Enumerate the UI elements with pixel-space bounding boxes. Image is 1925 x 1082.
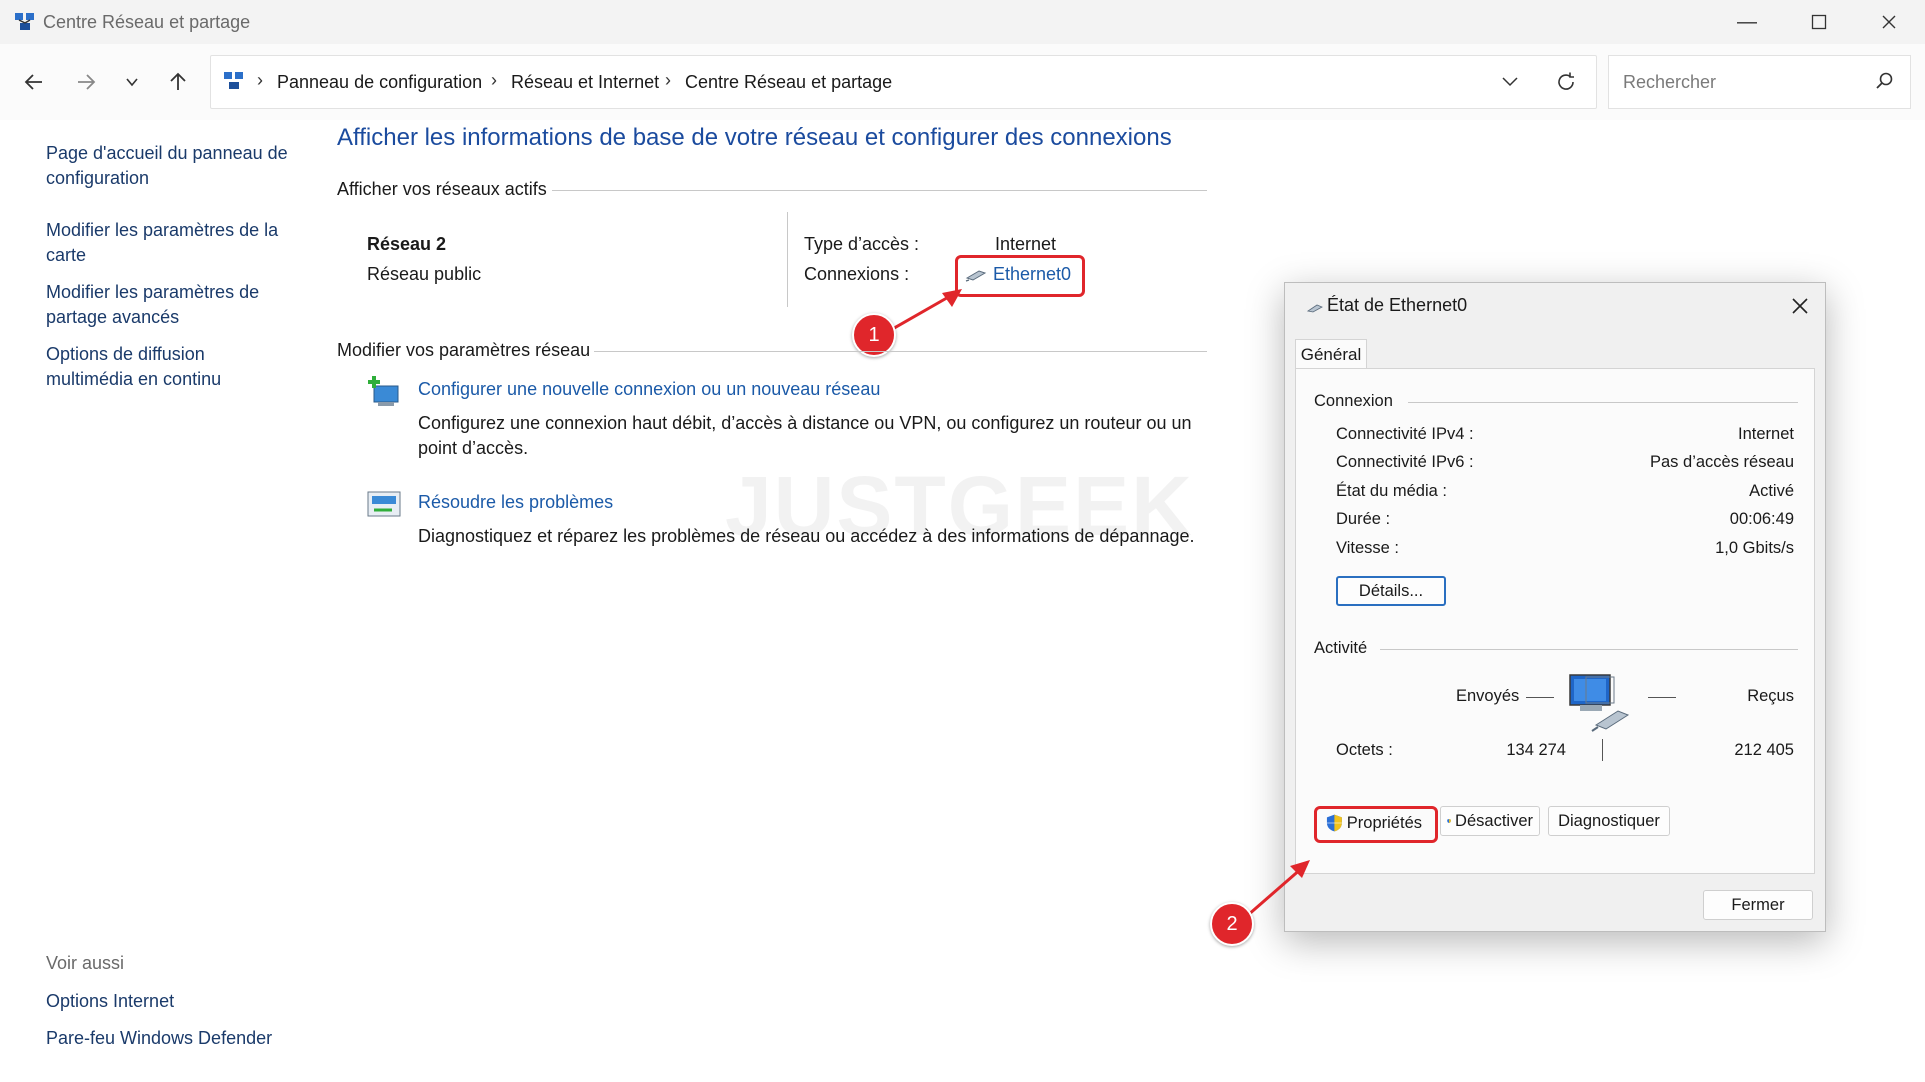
activity-section-label: Activité: [1314, 639, 1368, 657]
network-activity-icon: [1569, 674, 1630, 732]
search-input[interactable]: [1621, 68, 1865, 96]
minimize-icon: —: [1737, 10, 1757, 33]
new-connection-icon: [368, 376, 399, 406]
disable-button[interactable]: Désactiver: [1440, 806, 1540, 836]
ethernet-icon: [965, 269, 987, 282]
access-type-value: Internet: [995, 234, 1057, 254]
chevron-right-icon: ›: [257, 70, 263, 90]
breadcrumb-network-internet[interactable]: Réseau et Internet: [511, 72, 659, 93]
speed-value: 1,0 Gbits/s: [1715, 539, 1794, 557]
refresh-icon[interactable]: [1555, 71, 1577, 93]
network-name: Réseau 2: [367, 234, 447, 254]
connection-section-label: Connexion: [1314, 392, 1393, 410]
chevron-down-icon[interactable]: [1501, 74, 1519, 90]
recent-locations-button[interactable]: [114, 64, 150, 100]
media-state-label: État du média :: [1336, 482, 1447, 500]
up-button[interactable]: [160, 64, 196, 100]
bytes-sent-value: 134 274: [1506, 741, 1566, 759]
chevron-down-icon: [126, 78, 138, 87]
bytes-label: Octets :: [1336, 741, 1393, 759]
media-state-value: Activé: [1749, 482, 1794, 500]
divider: [1602, 739, 1603, 761]
navigation-bar: › Panneau de configuration › Réseau et I…: [0, 44, 1925, 120]
sidebar-link-firewall[interactable]: Pare-feu Windows Defender: [46, 1026, 296, 1051]
forward-button[interactable]: [68, 64, 104, 100]
chevron-right-icon: ›: [491, 70, 497, 90]
divider: [787, 212, 788, 307]
divider: [1380, 649, 1798, 650]
diagnose-button[interactable]: Diagnostiquer: [1548, 806, 1670, 836]
close-icon: [1882, 15, 1896, 29]
ipv6-value: Pas d’accès réseau: [1650, 453, 1794, 471]
arrow-right-icon: [78, 74, 96, 90]
ipv4-label: Connectivité IPv4 :: [1336, 425, 1474, 443]
properties-button-label: Propriétés: [1346, 813, 1422, 832]
ethernet-connection-label: Ethernet0: [993, 264, 1072, 284]
page-title: Afficher les informations de base de vot…: [337, 124, 1172, 151]
received-label: Reçus: [1747, 687, 1794, 705]
tab-general[interactable]: Général: [1295, 339, 1367, 370]
ethernet-icon: [1307, 304, 1323, 313]
uac-shield-icon: [1447, 818, 1451, 824]
window-title: Centre Réseau et partage: [43, 12, 251, 32]
breadcrumb-network-center[interactable]: Centre Réseau et partage: [685, 72, 892, 93]
ethernet-connection-link[interactable]: Ethernet0: [965, 264, 1071, 285]
duration-label: Durée :: [1336, 510, 1391, 528]
address-bar[interactable]: › Panneau de configuration › Réseau et I…: [210, 55, 1597, 109]
divider: [1408, 402, 1798, 403]
maximize-button[interactable]: [1786, 0, 1852, 44]
dialog-close-icon[interactable]: [1791, 297, 1809, 315]
breadcrumb-control-panel[interactable]: Panneau de configuration: [277, 72, 482, 93]
see-also-heading: Voir aussi: [46, 953, 125, 973]
sent-label: Envoyés: [1456, 687, 1520, 705]
back-button[interactable]: [16, 64, 52, 100]
sidebar-link-control-panel-home[interactable]: Page d'accueil du panneau de configurati…: [46, 141, 296, 191]
access-type-label: Type d’accès :: [804, 234, 920, 254]
dialog-title: État de Ethernet0: [1327, 295, 1468, 315]
arrow-up-icon: [170, 72, 186, 90]
task-new-connection-desc: Configurez une connexion haut débit, d’a…: [418, 413, 1192, 433]
sidebar-link-adapter-settings[interactable]: Modifier les paramètres de la carte: [46, 218, 296, 268]
general-tab-panel: Connexion Connectivité IPv4 : Internet C…: [1295, 368, 1815, 874]
sidebar-link-advanced-sharing[interactable]: Modifier les paramètres de partage avanc…: [46, 280, 296, 330]
active-networks-label: Afficher vos réseaux actifs: [337, 179, 547, 199]
title-bar: Centre Réseau et partage —: [0, 0, 1925, 44]
maximize-icon: [1811, 14, 1827, 30]
properties-button[interactable]: Propriétés: [1320, 810, 1428, 836]
connections-label: Connexions :: [804, 264, 910, 284]
search-icon[interactable]: [1875, 71, 1895, 91]
task-troubleshoot-desc: Diagnostiquez et réparez les problèmes d…: [418, 526, 1195, 546]
sidebar-link-internet-options[interactable]: Options Internet: [46, 989, 296, 1014]
change-settings-label: Modifier vos paramètres réseau: [337, 340, 591, 360]
task-new-connection-desc: point d’accès.: [418, 438, 529, 458]
network-center-icon: [224, 72, 243, 89]
sidebar-link-media-streaming[interactable]: Options de diffusion multimédia en conti…: [46, 342, 266, 392]
arrow-left-icon: [24, 74, 42, 90]
divider: [594, 351, 1207, 352]
close-dialog-button[interactable]: Fermer: [1703, 890, 1813, 920]
disable-button-label: Désactiver: [1455, 811, 1533, 830]
uac-shield-icon: [1326, 814, 1342, 832]
network-profile: Réseau public: [367, 264, 482, 284]
troubleshoot-icon: [367, 491, 401, 517]
speed-label: Vitesse :: [1336, 539, 1399, 557]
task-troubleshoot-link[interactable]: Résoudre les problèmes: [418, 492, 613, 513]
divider: [1526, 697, 1554, 698]
ipv6-label: Connectivité IPv6 :: [1336, 453, 1474, 471]
task-new-connection-link[interactable]: Configurer une nouvelle connexion ou un …: [418, 379, 880, 400]
details-button[interactable]: Détails...: [1336, 576, 1446, 606]
minimize-button[interactable]: —: [1714, 0, 1780, 44]
search-box: [1608, 55, 1911, 109]
step-2-badge: 2: [1210, 902, 1254, 946]
network-center-icon: [15, 13, 34, 30]
ipv4-value: Internet: [1738, 425, 1794, 443]
close-window-button[interactable]: [1856, 0, 1922, 44]
duration-value: 00:06:49: [1729, 510, 1794, 528]
divider: [1648, 697, 1676, 698]
divider: [552, 190, 1207, 191]
bytes-received-value: 212 405: [1734, 741, 1794, 759]
chevron-right-icon: ›: [665, 70, 671, 90]
ethernet-status-dialog: État de Ethernet0 Général Connexion Conn…: [1284, 282, 1826, 932]
